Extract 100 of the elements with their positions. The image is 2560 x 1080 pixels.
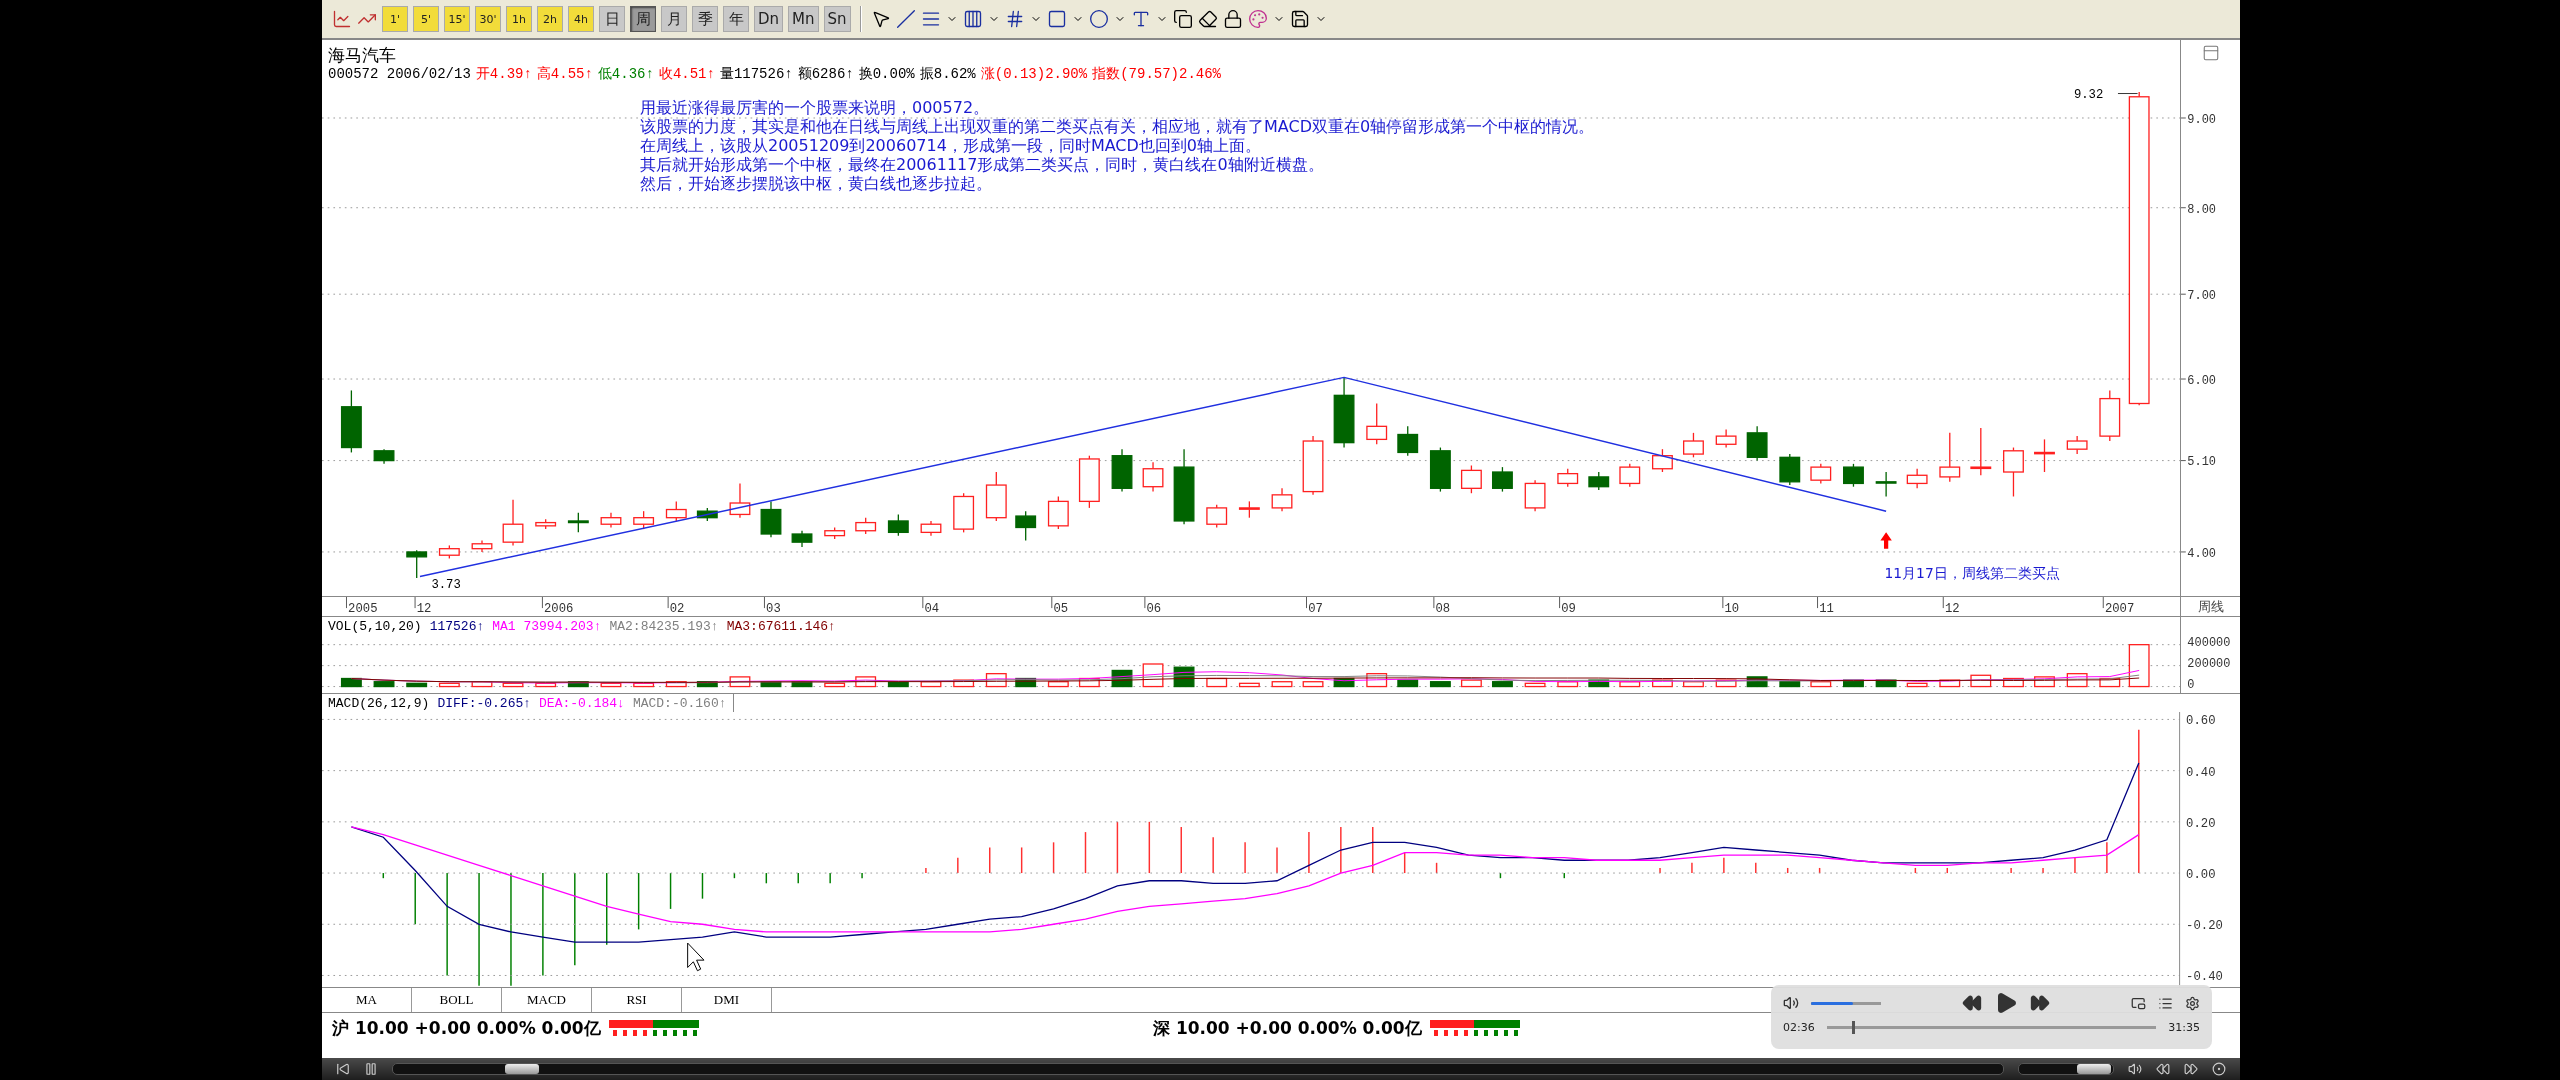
candlestick (855, 517, 877, 535)
period-button[interactable]: 周 (630, 6, 656, 32)
volume-bar (1588, 679, 1610, 688)
save-icon[interactable] (1289, 9, 1310, 29)
date-label: 12 (1944, 602, 1960, 616)
date-label: 2006 (544, 602, 574, 616)
market-index-text: 深 10.00 +0.00 0.00% 0.00亿 (1153, 1016, 1422, 1040)
volume-bar (1524, 682, 1546, 688)
period-button[interactable]: 日 (599, 6, 625, 32)
skip-back-icon[interactable] (336, 1062, 350, 1076)
axis-label: -0.40 (2186, 970, 2223, 985)
palette-icon[interactable] (1247, 9, 1268, 29)
annotation-line: 其后就开始形成第一个中枢，最终在20061117形成第二类买点，同时，黄白线在0轴附近横盘。 (640, 155, 1325, 174)
axis-label: 9.00 (2187, 112, 2217, 127)
period-button[interactable]: 1' (382, 6, 408, 32)
fast-forward-icon[interactable] (2184, 1062, 2198, 1076)
period-button[interactable]: 15' (444, 6, 470, 32)
candlestick (1047, 495, 1069, 530)
progress-knob[interactable] (1852, 1021, 1856, 1034)
period-button[interactable]: Mn (788, 6, 819, 32)
volume-bar (1939, 679, 1961, 688)
lock-icon[interactable] (1222, 9, 1243, 29)
candlestick (1843, 463, 1864, 488)
list-icon[interactable] (2158, 995, 2173, 1011)
candlestick (1397, 425, 1419, 457)
period-button[interactable]: Sn (823, 6, 851, 32)
period-button[interactable]: 1h (506, 6, 532, 32)
quote-field: 开4.39↑ (475, 64, 532, 83)
quote-field: 换0.00% (858, 64, 915, 83)
period-button[interactable]: 季 (692, 6, 718, 32)
period-button[interactable]: 2h (537, 6, 563, 32)
candlestick (406, 549, 428, 579)
up-arrow-icon (1880, 532, 1892, 549)
date-label: 10 (1724, 602, 1740, 616)
volume-bar (1557, 681, 1579, 688)
rewind-icon[interactable] (2156, 1062, 2170, 1076)
volume-bar (1779, 681, 1801, 688)
fast-forward-icon[interactable] (2030, 993, 2050, 1013)
indicator-value: MACD:-0.160↑ (632, 695, 727, 711)
panel-layout-icon[interactable] (2201, 44, 2220, 62)
pause-icon[interactable] (364, 1062, 378, 1076)
volume-bar (1333, 677, 1355, 688)
period-button[interactable]: 年 (723, 6, 749, 32)
volume-bar (567, 681, 589, 688)
candlestick (729, 482, 751, 519)
candlestick (1271, 487, 1293, 512)
volume-bar (438, 682, 460, 688)
candlestick (2034, 438, 2055, 473)
rewind-icon[interactable] (1962, 993, 1982, 1013)
indicator-value: VOL(5,10,20) (328, 618, 422, 634)
volume-thumb[interactable] (2077, 1064, 2112, 1074)
line-chart-icon[interactable] (332, 9, 352, 29)
candlestick (1460, 464, 1482, 494)
volume-bar (633, 682, 655, 688)
volume-slider[interactable] (2018, 1063, 2114, 1075)
candlestick (1557, 468, 1579, 488)
indicator-value: DIFF:-0.265↑ (437, 695, 532, 711)
picture-in-picture-icon[interactable] (2131, 995, 2146, 1011)
period-button[interactable]: 月 (661, 6, 687, 32)
indicator-value: MA2:84235.193↑ (609, 618, 719, 634)
quote-field: 量117526↑ (719, 64, 793, 83)
circle-icon[interactable] (1088, 9, 1109, 29)
volume-bar (1875, 679, 1897, 688)
volume-bar (1619, 681, 1641, 688)
candlestick (920, 520, 942, 537)
line-tool-icon[interactable] (895, 9, 916, 29)
vertical-lines-icon[interactable] (962, 9, 983, 29)
period-button[interactable]: Dn (754, 6, 784, 32)
candlestick (1906, 468, 1928, 489)
date-label: 05 (1053, 602, 1069, 616)
volume-bar (1302, 681, 1324, 688)
period-button[interactable]: 30' (475, 6, 501, 32)
volume-bar (1271, 681, 1293, 688)
volume-bar (2128, 644, 2150, 688)
volume-bar (1970, 674, 1992, 688)
speaker-icon[interactable] (2128, 1062, 2142, 1076)
candlestick (1875, 471, 1897, 498)
period-button[interactable]: 4h (568, 6, 594, 32)
axis-label: 5.10 (2187, 455, 2217, 470)
date-label: 06 (1146, 602, 1162, 616)
quote-field: 涨(0.13)2.90% (980, 64, 1088, 83)
date-label: 11 (1819, 602, 1834, 616)
axis-label: 8.00 (2187, 202, 2217, 217)
seek-slider[interactable] (392, 1063, 2004, 1075)
candlestick (1619, 463, 1641, 488)
copy-icon[interactable] (1172, 9, 1193, 29)
rectangle-icon[interactable] (1046, 9, 1067, 29)
speaker-icon[interactable] (1783, 995, 1799, 1011)
date-label: 09 (1561, 602, 1576, 616)
candlestick (1652, 448, 1673, 473)
quote-field: 指数(79.57)2.46% (1092, 64, 1221, 83)
eraser-icon[interactable] (1197, 9, 1218, 29)
volume-bar (471, 681, 493, 688)
candlestick (438, 544, 460, 560)
volume-bar (1683, 681, 1704, 688)
seek-thumb[interactable] (504, 1064, 539, 1074)
period-button[interactable]: 5' (413, 6, 439, 32)
axis-label: 0.20 (2186, 816, 2216, 831)
settings-icon[interactable] (2185, 995, 2200, 1011)
candlestick (1810, 463, 1832, 485)
